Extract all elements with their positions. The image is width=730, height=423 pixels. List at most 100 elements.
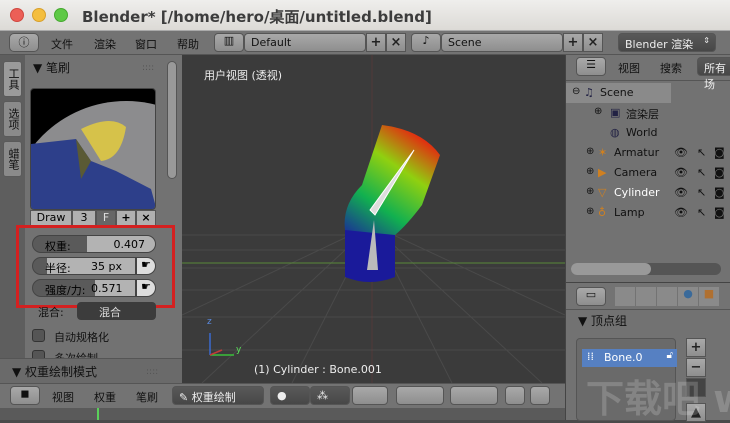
minimize-window-button[interactable] — [32, 8, 46, 22]
blend-select[interactable]: 混合 — [77, 302, 156, 320]
tab-options[interactable]: 选项 — [3, 101, 22, 137]
expand-icon[interactable]: ⊕ — [586, 146, 594, 157]
vertex-groups-header[interactable]: ▼ 顶点组 — [578, 312, 627, 329]
scene-context-icon[interactable] — [657, 287, 677, 306]
expand-icon[interactable]: ⊕ — [586, 186, 594, 197]
outliner-hscrollbar[interactable] — [571, 263, 721, 275]
outliner-item[interactable]: ◍ World — [566, 123, 730, 143]
render-engine-select[interactable]: Blender 渲染 ⇕ — [618, 33, 716, 52]
selectable-cursor-icon[interactable]: ↖ — [697, 186, 706, 199]
outliner-item[interactable]: ⊖ ♫ Scene — [566, 83, 730, 103]
selectable-cursor-icon[interactable]: ↖ — [697, 166, 706, 179]
drag-handle-icon[interactable]: :::: — [146, 367, 158, 377]
vertex-group-name: Bone.0 — [604, 351, 643, 364]
updown-icon: ⇕ — [703, 36, 710, 45]
menu-render[interactable]: 渲染 — [94, 36, 116, 52]
outliner-filter-select[interactable]: 所有场 — [697, 57, 730, 91]
brush-panel-header[interactable]: ▼ 笔刷 — [33, 59, 70, 76]
pivot-select[interactable]: ⁂ — [310, 386, 350, 405]
properties-editor-icon[interactable]: ▭ — [576, 287, 606, 306]
add-vertex-group-button[interactable]: + — [686, 338, 706, 357]
expand-icon[interactable]: ⊕ — [586, 206, 594, 217]
scene-select[interactable]: Scene — [441, 33, 563, 52]
tool-shelf-scrollbar[interactable] — [167, 61, 177, 179]
renderable-camera-icon[interactable]: ◙ — [714, 206, 725, 219]
blend-value: 混合 — [99, 306, 121, 319]
menu-weights[interactable]: 权重 — [94, 389, 116, 405]
unlink-brush-button[interactable]: × — [136, 210, 156, 226]
outliner-item[interactable]: ⊕ ▶ Camera 👁︎ ↖ ◙ — [566, 163, 730, 183]
timeline[interactable] — [0, 408, 565, 420]
menu-brush[interactable]: 笔刷 — [136, 389, 158, 405]
renderable-camera-icon[interactable]: ◙ — [714, 146, 725, 159]
multi-paint-label: 多次绘制 — [54, 350, 98, 358]
outliner-item[interactable]: ⊕ ▣ 渲染层 — [566, 103, 730, 123]
world-icon: ◍ — [610, 126, 620, 139]
outliner-item[interactable]: ⊕ ✶ Armatur 👁︎ ↖ ◙ — [566, 143, 730, 163]
highlight-box — [16, 225, 175, 308]
add-layout-button[interactable]: + — [366, 33, 386, 52]
maximize-window-button[interactable] — [54, 8, 68, 22]
mode-panel-header[interactable]: ▼ 权重绘制模式 — [12, 363, 97, 380]
visibility-eye-icon[interactable]: 👁︎ — [674, 146, 688, 159]
editor-type-3d-icon[interactable]: ◼ — [10, 386, 40, 405]
layers-group-1[interactable] — [396, 386, 444, 405]
watermark: 下载吧 www.xiazaiba.com — [586, 377, 730, 421]
menu-file[interactable]: 文件 — [51, 36, 73, 52]
tab-tools[interactable]: 工具 — [3, 61, 22, 97]
brush-name-field[interactable]: Draw — [30, 210, 72, 226]
visibility-eye-icon[interactable]: 👁︎ — [674, 186, 688, 199]
menu-view[interactable]: 视图 — [52, 389, 74, 405]
vertex-group-item[interactable]: ⁞⁞ Bone.0 🔓︎ — [582, 349, 677, 367]
close-window-button[interactable] — [10, 8, 24, 22]
delete-layout-button[interactable]: × — [386, 33, 406, 52]
expand-icon[interactable]: ⊕ — [594, 106, 602, 117]
object-context-icon[interactable]: ■ — [699, 287, 719, 306]
brush-preview[interactable] — [30, 88, 156, 210]
lock-camera-icon[interactable] — [505, 386, 525, 405]
selectable-cursor-icon[interactable]: ↖ — [697, 146, 706, 159]
brush-users-field[interactable]: 3 — [72, 210, 96, 226]
snap-icon[interactable] — [530, 386, 550, 405]
unlock-icon[interactable]: 🔓︎ — [667, 350, 673, 361]
visibility-eye-icon[interactable]: 👁︎ — [674, 206, 688, 219]
delete-scene-button[interactable]: × — [583, 33, 603, 52]
auto-normalize-checkbox[interactable] — [32, 329, 45, 342]
renderable-camera-icon[interactable]: ◙ — [714, 166, 725, 179]
outliner-menu-view[interactable]: 视图 — [618, 60, 640, 76]
visibility-eye-icon[interactable]: 👁︎ — [674, 166, 688, 179]
outliner-menu-search[interactable]: 搜索 — [660, 60, 682, 76]
layout-icon[interactable]: ▥ — [214, 33, 244, 52]
3d-viewport[interactable]: 用户视图 (透视) z y (1) Cylinder : Bone.001 — [182, 55, 565, 383]
world-context-icon[interactable]: ● — [678, 287, 698, 306]
new-brush-button[interactable]: + — [116, 210, 136, 226]
render-context-icon[interactable] — [615, 287, 635, 306]
tab-grease-pencil[interactable]: 蜡笔 — [3, 141, 22, 177]
layers-group-2[interactable] — [450, 386, 498, 405]
shading-select[interactable]: ● — [270, 386, 310, 405]
scene-icon[interactable]: ♪ — [411, 33, 441, 52]
info-header: ⓘ 文件 渲染 窗口 帮助 ▥ Default + × ♪ Scene + × … — [0, 31, 730, 55]
brush-preview-image — [31, 101, 155, 209]
selectable-cursor-icon[interactable]: ↖ — [697, 206, 706, 219]
expand-icon[interactable]: ⊕ — [586, 166, 594, 177]
outliner-editor-icon[interactable]: ☰ — [576, 57, 606, 76]
menu-window[interactable]: 窗口 — [135, 36, 157, 52]
fake-user-toggle[interactable]: F — [96, 210, 116, 226]
editor-type-info-icon[interactable]: ⓘ — [9, 33, 39, 52]
outliner-item-name: Armatur — [614, 146, 660, 159]
current-frame-marker[interactable] — [97, 408, 99, 420]
outliner-item[interactable]: ⊕ ▽ Cylinder 👁︎ ↖ ◙ — [566, 183, 730, 203]
context-tabs: ● ■ — [615, 287, 719, 306]
mode-select[interactable]: ✎ 权重绘制 — [172, 386, 264, 405]
render-layers-context-icon[interactable] — [636, 287, 656, 306]
menu-help[interactable]: 帮助 — [177, 36, 199, 52]
mask-toggles[interactable] — [352, 386, 388, 405]
drag-handle-icon[interactable]: :::: — [142, 63, 154, 73]
add-scene-button[interactable]: + — [563, 33, 583, 52]
renderable-camera-icon[interactable]: ◙ — [714, 186, 725, 199]
layout-select[interactable]: Default — [244, 33, 366, 52]
expand-icon[interactable]: ⊖ — [572, 86, 580, 97]
outliner-item[interactable]: ⊕ ♁ Lamp 👁︎ ↖ ◙ — [566, 203, 730, 223]
outliner-item-name: World — [626, 126, 658, 139]
